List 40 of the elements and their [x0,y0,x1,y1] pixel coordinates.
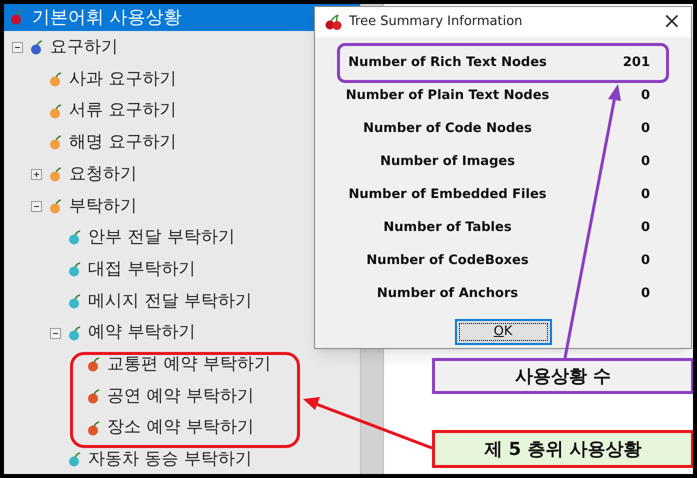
tree-item[interactable]: 해명 요구하기 [69,130,176,156]
summary-label: Number of Embedded Files [347,186,548,204]
summary-value: 0 [640,252,651,270]
callout-label: 제 5 층위 사용상황 [432,430,693,468]
tree-item[interactable]: 대접 부탁하기 [88,256,196,282]
collapse-icon[interactable] [12,42,23,54]
tree-item[interactable]: 요구하기 [50,35,118,61]
tree-item[interactable]: 공연 예약 부탁하기 [107,384,254,410]
tree-root-label: 기본어휘 사용상황 [32,6,182,30]
tree-item[interactable]: 부탁하기 [69,194,137,220]
summary-value: 201 [622,54,651,72]
summary-value: 0 [640,284,651,303]
tree-item[interactable]: 요청하기 [69,162,137,188]
ok-button[interactable]: OK [454,319,552,345]
summary-value: 0 [640,86,651,105]
close-button[interactable]: × [662,11,681,33]
tree-item[interactable]: 장소 예약 부탁하기 [107,415,254,441]
tree-item[interactable]: 안부 전달 부탁하기 [88,225,235,251]
summary-label: Number of Code Nodes [362,120,533,138]
summary-value: 0 [640,218,651,237]
summary-label: Number of Rich Text Nodes [347,54,548,72]
summary-value: 0 [640,186,651,204]
collapse-icon[interactable] [31,200,42,212]
summary-label: Number of Plain Text Nodes [344,86,550,105]
collapse-icon[interactable] [50,328,61,339]
summary-label: Number of Tables [382,218,513,237]
tree-item[interactable]: 자동차 동승 부탁하기 [88,447,252,473]
summary-label: Number of Anchors [376,284,520,303]
tree-item[interactable]: 서류 요구하기 [69,98,176,124]
summary-label: Number of CodeBoxes [365,252,530,270]
summary-label: Number of Images [379,152,516,171]
tree-item[interactable]: 사과 요구하기 [69,66,176,92]
tree-item[interactable]: 예약 부탁하기 [88,320,196,346]
tree-item[interactable]: 교통편 예약 부탁하기 [107,352,271,378]
summary-value: 0 [640,120,651,138]
tree-item[interactable]: 메시지 전달 부탁하기 [88,288,252,314]
expand-icon[interactable] [31,169,42,180]
cherries-icon [325,14,343,30]
callout-label: 사용상황 수 [432,358,693,394]
summary-value: 0 [640,152,651,171]
